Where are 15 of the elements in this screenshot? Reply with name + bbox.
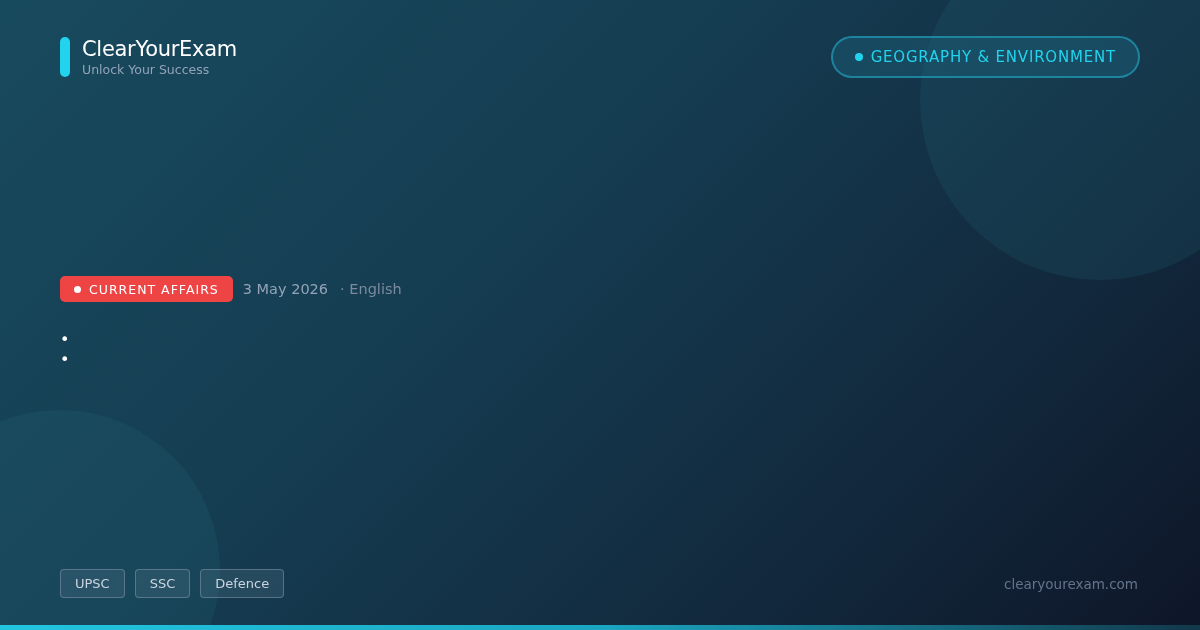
dot-icon — [854, 53, 863, 61]
tagline: Unlock Your Success — [82, 62, 211, 77]
bullet-point: • — [60, 350, 71, 370]
topic-label: GEOGRAPHY & ENVIRONMENT — [870, 48, 1116, 66]
site-url: clearyourexam.com — [1004, 575, 1138, 592]
exam-tag: Defence — [200, 569, 285, 598]
date: 3 May 2026 — [242, 281, 329, 297]
brand-name: ClearYourExam — [82, 36, 237, 62]
accent-bar — [60, 37, 70, 77]
exam-tag: SSC — [134, 569, 191, 598]
dot-icon — [74, 285, 81, 293]
category-label: CURRENT AFFAIRS — [89, 281, 219, 297]
bullet-point: • — [60, 330, 71, 350]
exam-tag: UPSC — [60, 569, 125, 598]
language: · English — [340, 281, 402, 297]
